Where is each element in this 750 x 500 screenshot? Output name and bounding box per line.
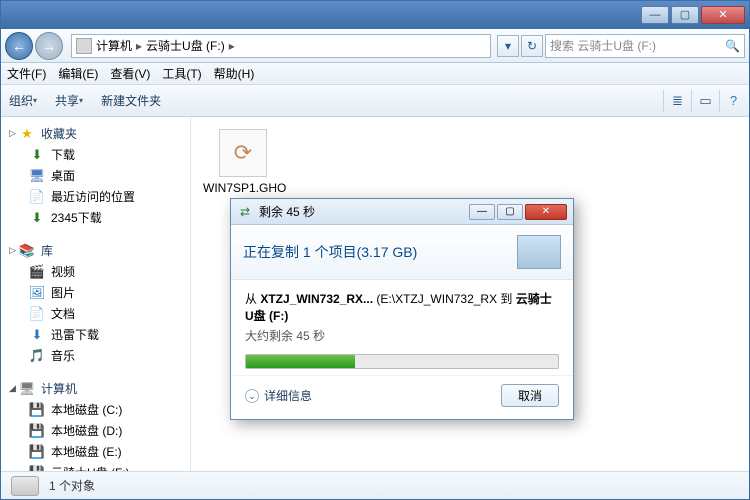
- sidebar-libraries: ▷📚库 🎬视频 🖼图片 📄文档 ⬇迅雷下载 🎵音乐: [1, 240, 190, 366]
- dialog-titlebar[interactable]: ⇄ 剩余 45 秒 — ▢ ✕: [231, 199, 573, 225]
- toolbar-right: ≣ ▭ ?: [663, 90, 741, 112]
- copy-icon: ⇄: [237, 204, 253, 220]
- dialog-header: 正在复制 1 个项目(3.17 GB): [231, 225, 573, 280]
- progress-fill: [246, 355, 355, 368]
- minimize-button[interactable]: —: [641, 6, 669, 24]
- address-bar[interactable]: 计算机 ▸ 云骑士U盘 (F:) ▸: [71, 34, 491, 58]
- drive-icon: 💾: [29, 423, 45, 439]
- window-titlebar: — ▢ ✕: [1, 1, 749, 29]
- sidebar-item-desktop[interactable]: 🖥桌面: [1, 165, 190, 186]
- share-button[interactable]: 共享: [55, 92, 83, 109]
- sidebar-item-videos[interactable]: 🎬视频: [1, 261, 190, 282]
- sidebar-favorites: ▷★收藏夹 ⬇下载 🖥桌面 📄最近访问的位置 ⬇2345下载: [1, 123, 190, 228]
- menu-file[interactable]: 文件(F): [7, 65, 46, 82]
- drive-icon: [76, 38, 92, 54]
- sidebar-item-documents[interactable]: 📄文档: [1, 303, 190, 324]
- dialog-close-button[interactable]: ✕: [525, 204, 567, 220]
- back-button[interactable]: ←: [5, 32, 33, 60]
- status-bar: 1 个对象: [1, 471, 749, 499]
- sidebar-header-libraries[interactable]: ▷📚库: [1, 240, 190, 261]
- recent-icon: 📄: [29, 189, 45, 205]
- dialog-maximize-button[interactable]: ▢: [497, 204, 523, 220]
- search-input[interactable]: 搜索 云骑士U盘 (F:) 🔍: [545, 34, 745, 58]
- breadcrumb-current[interactable]: 云骑士U盘 (F:): [146, 37, 225, 54]
- cancel-button[interactable]: 取消: [501, 384, 559, 407]
- star-icon: ★: [19, 126, 35, 142]
- chevron-down-icon: ⌄: [245, 389, 259, 403]
- dialog-title: 剩余 45 秒: [259, 203, 315, 220]
- sidebar-item-thunder[interactable]: ⬇迅雷下载: [1, 324, 190, 345]
- download-icon: ⬇: [29, 147, 45, 163]
- gho-file-icon: ⟳: [219, 129, 267, 177]
- nav-bar: ← → 计算机 ▸ 云骑士U盘 (F:) ▸ ▾ ↻ 搜索 云骑士U盘 (F:)…: [1, 29, 749, 63]
- search-placeholder: 搜索 云骑士U盘 (F:): [550, 37, 725, 54]
- maximize-button[interactable]: ▢: [671, 6, 699, 24]
- sidebar-header-computer[interactable]: ◢🖥计算机: [1, 378, 190, 399]
- view-mode-button[interactable]: ≣: [663, 90, 685, 112]
- copy-animation-icon: [517, 235, 561, 269]
- toolbar: 组织 共享 新建文件夹 ≣ ▭ ?: [1, 85, 749, 117]
- sidebar-item-drive-c[interactable]: 💾本地磁盘 (C:): [1, 399, 190, 420]
- progress-bar: [245, 354, 559, 369]
- music-icon: 🎵: [29, 348, 45, 364]
- sidebar: ▷★收藏夹 ⬇下载 🖥桌面 📄最近访问的位置 ⬇2345下载 ▷📚库 🎬视频 🖼…: [1, 117, 191, 471]
- new-folder-button[interactable]: 新建文件夹: [101, 92, 161, 109]
- download-icon: ⬇: [29, 327, 45, 343]
- dialog-heading: 正在复制 1 个项目(3.17 GB): [243, 242, 517, 262]
- dialog-body: 从 XTZJ_WIN732_RX... (E:\XTZJ_WIN732_RX 到…: [231, 280, 573, 375]
- dialog-footer: ⌄详细信息 取消: [231, 375, 573, 419]
- help-icon[interactable]: ?: [719, 90, 741, 112]
- sidebar-item-2345[interactable]: ⬇2345下载: [1, 207, 190, 228]
- picture-icon: 🖼: [29, 285, 45, 301]
- time-remaining: 大约剩余 45 秒: [245, 327, 559, 344]
- breadcrumb-root[interactable]: 计算机: [96, 37, 132, 54]
- menu-edit[interactable]: 编辑(E): [58, 65, 98, 82]
- chevron-right-icon: ▸: [225, 39, 239, 53]
- sidebar-item-pictures[interactable]: 🖼图片: [1, 282, 190, 303]
- dialog-minimize-button[interactable]: —: [469, 204, 495, 220]
- menu-bar: 文件(F) 编辑(E) 查看(V) 工具(T) 帮助(H): [1, 63, 749, 85]
- sidebar-item-recent[interactable]: 📄最近访问的位置: [1, 186, 190, 207]
- menu-help[interactable]: 帮助(H): [214, 65, 255, 82]
- menu-view[interactable]: 查看(V): [110, 65, 150, 82]
- close-button[interactable]: ✕: [701, 6, 745, 24]
- file-name: WIN7SP1.GHO: [203, 181, 283, 195]
- desktop-icon: 🖥: [29, 168, 45, 184]
- computer-icon: 🖥: [19, 381, 35, 397]
- download-icon: ⬇: [29, 210, 45, 226]
- sidebar-header-favorites[interactable]: ▷★收藏夹: [1, 123, 190, 144]
- search-icon[interactable]: 🔍: [725, 39, 740, 53]
- video-icon: 🎬: [29, 264, 45, 280]
- refresh-button[interactable]: ↻: [521, 35, 543, 57]
- sidebar-item-downloads[interactable]: ⬇下载: [1, 144, 190, 165]
- forward-button[interactable]: →: [35, 32, 63, 60]
- library-icon: 📚: [19, 243, 35, 259]
- menu-tools[interactable]: 工具(T): [162, 65, 201, 82]
- sidebar-item-music[interactable]: 🎵音乐: [1, 345, 190, 366]
- sidebar-computer: ◢🖥计算机 💾本地磁盘 (C:) 💾本地磁盘 (D:) 💾本地磁盘 (E:) 💾…: [1, 378, 190, 471]
- chevron-right-icon: ▸: [132, 39, 146, 53]
- sidebar-item-drive-e[interactable]: 💾本地磁盘 (E:): [1, 441, 190, 462]
- sidebar-item-drive-d[interactable]: 💾本地磁盘 (D:): [1, 420, 190, 441]
- copy-from-to: 从 XTZJ_WIN732_RX... (E:\XTZJ_WIN732_RX 到…: [245, 290, 559, 324]
- status-count: 1 个对象: [49, 477, 95, 494]
- copy-dialog: ⇄ 剩余 45 秒 — ▢ ✕ 正在复制 1 个项目(3.17 GB) 从 XT…: [230, 198, 574, 420]
- document-icon: 📄: [29, 306, 45, 322]
- drive-icon: 💾: [29, 402, 45, 418]
- drive-icon: 💾: [29, 444, 45, 460]
- organize-button[interactable]: 组织: [9, 92, 37, 109]
- details-toggle[interactable]: ⌄详细信息: [245, 387, 312, 404]
- drive-icon: [11, 476, 39, 496]
- address-dropdown[interactable]: ▾: [497, 35, 519, 57]
- preview-pane-button[interactable]: ▭: [691, 90, 713, 112]
- file-item[interactable]: ⟳ WIN7SP1.GHO: [203, 129, 283, 195]
- sidebar-item-drive-f[interactable]: 💾云骑士U盘 (F:): [1, 462, 190, 471]
